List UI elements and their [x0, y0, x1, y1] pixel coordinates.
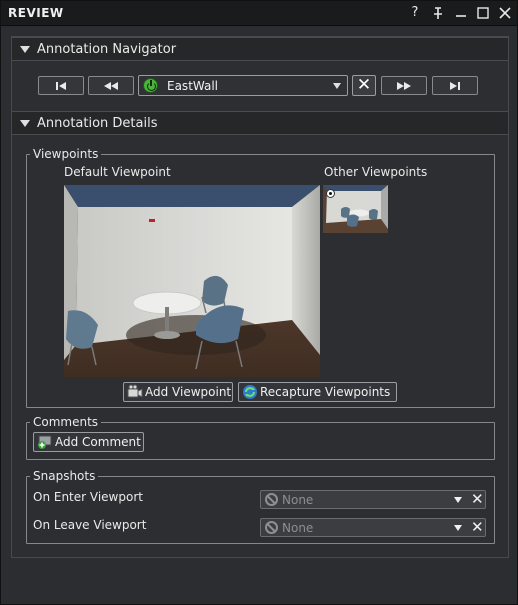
add-viewpoint-label: Add Viewpoint — [145, 385, 232, 399]
on-leave-viewport-select[interactable]: None ✕ — [260, 518, 486, 537]
other-viewpoints-label: Other Viewpoints — [324, 165, 428, 179]
chevron-down-icon[interactable] — [454, 525, 462, 531]
delete-annotation-button[interactable]: ✕ — [352, 75, 376, 96]
add-comment-button[interactable]: Add Comment — [33, 432, 144, 452]
collapse-arrow-icon[interactable] — [20, 120, 30, 127]
annotation-select[interactable]: EastWall — [138, 75, 348, 96]
chevron-down-icon[interactable] — [454, 497, 462, 503]
viewpoints-group-title: Viewpoints — [30, 147, 102, 161]
none-icon — [265, 493, 278, 506]
add-viewpoint-button[interactable]: Add Viewpoint — [123, 382, 233, 402]
other-viewpoint-thumbnail[interactable] — [323, 185, 388, 233]
on-enter-viewport-select[interactable]: None ✕ — [260, 490, 486, 509]
window-title: REVIEW — [8, 6, 64, 20]
annotation-navigator-label: Annotation Navigator — [37, 42, 177, 57]
snapshots-group-title: Snapshots — [30, 469, 99, 483]
annotation-navigator-header[interactable]: Annotation Navigator — [12, 37, 508, 61]
recapture-viewpoints-button[interactable]: Recapture Viewpoints — [238, 382, 397, 402]
minimize-button[interactable] — [452, 4, 470, 22]
none-icon — [265, 521, 278, 534]
recapture-viewpoints-label: Recapture Viewpoints — [260, 385, 391, 399]
recapture-icon — [242, 384, 258, 400]
previous-annotation-button[interactable] — [88, 76, 134, 95]
collapse-arrow-icon[interactable] — [20, 46, 30, 53]
review-window: REVIEW ? Annotation Navigator EastWall ✕ — [0, 0, 518, 605]
first-annotation-button[interactable] — [38, 76, 84, 95]
add-comment-icon — [37, 434, 53, 450]
help-button[interactable]: ? — [406, 4, 424, 22]
clear-icon[interactable]: ✕ — [471, 519, 484, 536]
camera-icon — [127, 384, 143, 400]
on-leave-viewport-label: On Leave Viewport — [33, 518, 147, 532]
add-comment-label: Add Comment — [55, 435, 141, 449]
viewpoint-radio[interactable] — [326, 189, 335, 198]
pin-icon[interactable] — [429, 4, 447, 22]
next-annotation-button[interactable] — [381, 76, 427, 95]
clear-icon[interactable]: ✕ — [471, 491, 484, 508]
annotation-select-value: EastWall — [167, 79, 219, 93]
comments-group-title: Comments — [30, 415, 102, 429]
on-enter-viewport-label: On Enter Viewport — [33, 490, 143, 504]
chevron-down-icon[interactable] — [333, 83, 341, 89]
annotation-details-label: Annotation Details — [37, 116, 158, 131]
close-button[interactable] — [496, 4, 514, 22]
on-leave-viewport-value: None — [282, 521, 314, 535]
last-annotation-button[interactable] — [432, 76, 478, 95]
default-viewpoint-image[interactable] — [64, 185, 320, 377]
maximize-button[interactable] — [474, 4, 492, 22]
default-viewpoint-label: Default Viewpoint — [64, 165, 171, 179]
on-enter-viewport-value: None — [282, 493, 314, 507]
annotation-details-header[interactable]: Annotation Details — [12, 111, 508, 135]
title-bar[interactable]: REVIEW ? — [1, 1, 517, 26]
power-icon[interactable] — [143, 78, 158, 93]
